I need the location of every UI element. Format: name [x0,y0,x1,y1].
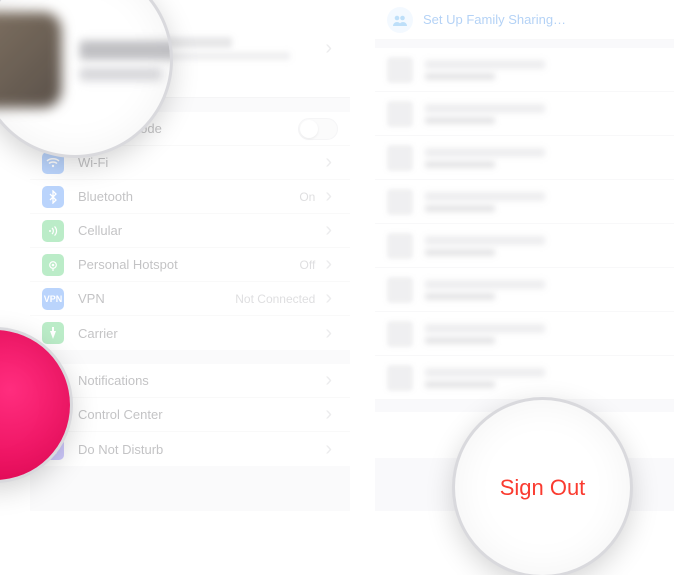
chevron-right-icon: › [319,403,338,426]
settings-row-label: Carrier [78,326,319,341]
sign-out-label-magnified: Sign Out [500,475,586,501]
settings-row-label: Wi-Fi [78,155,319,170]
device-row[interactable] [375,48,674,92]
toggle-switch[interactable] [298,118,338,140]
settings-row-label: Personal Hotspot [78,257,300,272]
device-text [425,188,545,216]
device-text [425,232,545,260]
settings-row-value: Not Connected [235,292,315,306]
settings-row-label: VPN [78,291,235,306]
device-text [425,320,545,348]
device-thumbnail [387,321,413,347]
family-sharing-icon [387,7,413,33]
chevron-right-icon: › [319,253,338,276]
settings-row-control-center[interactable]: Control Center› [30,398,350,432]
family-sharing-row[interactable]: Set Up Family Sharing… [375,0,674,40]
device-thumbnail [387,365,413,391]
settings-row-label: Do Not Disturb [78,442,319,457]
avatar [0,12,62,108]
settings-row-personal-hotspot[interactable]: Personal HotspotOff› [30,248,350,282]
device-text [425,144,545,172]
device-row[interactable] [375,92,674,136]
wifi-icon [42,152,64,174]
device-text [425,276,545,304]
settings-row-carrier[interactable]: Carrier› [30,316,350,350]
device-row[interactable] [375,268,674,312]
settings-row-label: Control Center [78,407,319,422]
settings-row-bluetooth[interactable]: BluetoothOn › [30,180,350,214]
chevron-right-icon: › [319,287,338,310]
device-thumbnail [387,101,413,127]
carrier-icon [42,322,64,344]
settings-row-label: Bluetooth [78,189,299,204]
device-thumbnail [387,233,413,259]
vpn-icon: VPN [42,288,64,310]
settings-row-cellular[interactable]: Cellular› [30,214,350,248]
family-sharing-label: Set Up Family Sharing… [423,12,566,27]
hotspot-icon [42,254,64,276]
device-thumbnail [387,145,413,171]
chevron-right-icon: › [319,369,338,392]
settings-row-do-not-disturb[interactable]: Do Not Disturb› [30,432,350,466]
settings-row-value: On [299,190,315,204]
bt-icon [42,186,64,208]
device-row[interactable] [375,312,674,356]
settings-row-label: Notifications [78,373,319,388]
device-thumbnail [387,57,413,83]
device-row[interactable] [375,356,674,400]
settings-row-vpn[interactable]: VPNVPNNot Connected› [30,282,350,316]
device-text [425,364,545,392]
device-row[interactable] [375,136,674,180]
chevron-right-icon: › [319,219,338,242]
settings-row-value: Off [300,258,316,272]
chevron-right-icon: › [319,37,338,60]
device-text [425,100,545,128]
chevron-right-icon: › [319,438,338,461]
device-row[interactable] [375,180,674,224]
chevron-right-icon: › [319,322,338,345]
device-list [375,48,674,400]
device-thumbnail [387,277,413,303]
settings-group-notifications: Notifications›Control Center›Do Not Dist… [30,364,350,466]
cell-icon [42,220,64,242]
chevron-right-icon: › [319,151,338,174]
settings-row-notifications[interactable]: Notifications› [30,364,350,398]
device-thumbnail [387,189,413,215]
settings-row-label: Cellular [78,223,319,238]
chevron-right-icon: › [319,185,338,208]
magnifier-sign-out: Sign Out [455,400,630,575]
device-row[interactable] [375,224,674,268]
device-text [425,56,545,84]
